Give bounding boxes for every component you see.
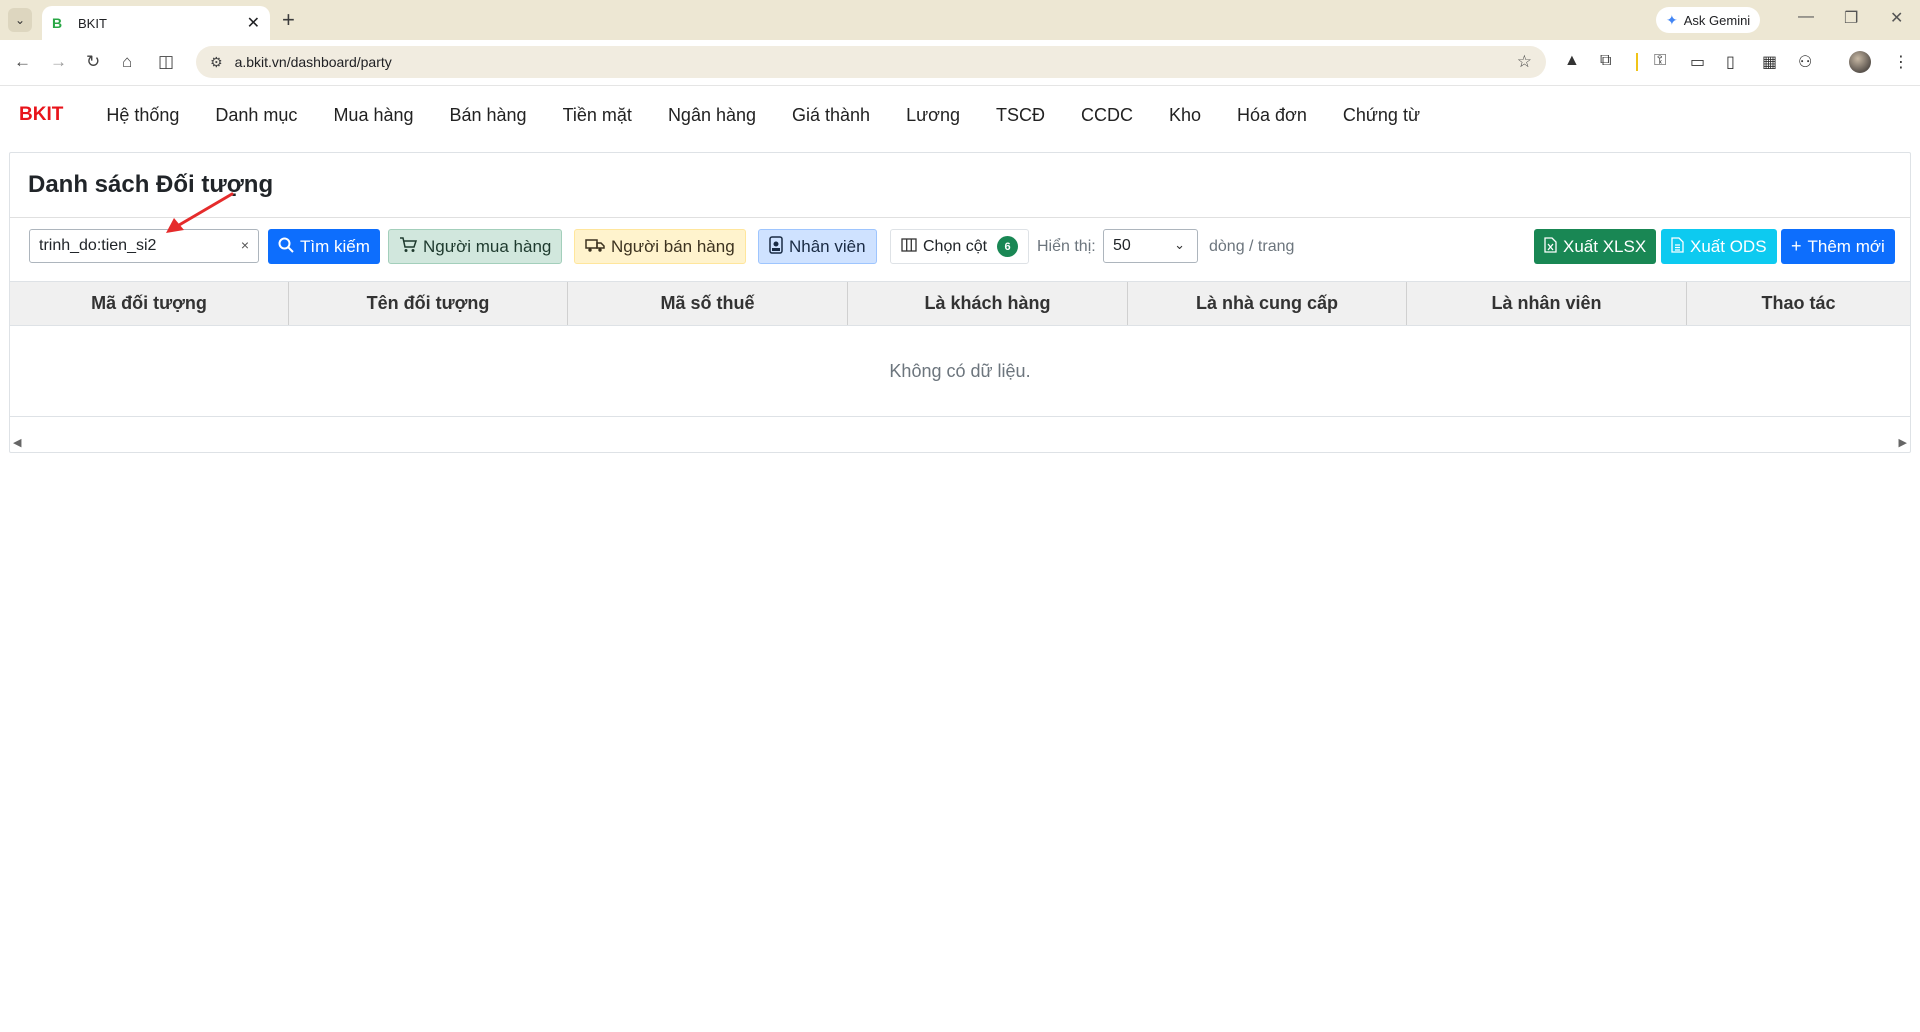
- horizontal-scrollbar[interactable]: ◀ ▶: [10, 435, 1910, 451]
- search-button[interactable]: Tìm kiếm: [268, 229, 380, 264]
- scroll-right-icon[interactable]: ▶: [1899, 436, 1907, 449]
- staff-filter-button[interactable]: Nhân viên: [758, 229, 877, 264]
- scroll-left-icon[interactable]: ◀: [13, 436, 21, 449]
- table-header: Mã đối tượng Tên đối tượng Mã số thuế Là…: [10, 281, 1910, 326]
- gemini-sparkle-icon: ✦: [1666, 11, 1678, 28]
- tab-title: BKIT: [78, 15, 107, 31]
- extension-mountain-icon[interactable]: ▲: [1564, 52, 1580, 70]
- url-text[interactable]: a.bkit.vn/dashboard/party: [235, 54, 392, 70]
- reload-icon[interactable]: ↻: [86, 52, 100, 72]
- badge-id-icon: [769, 235, 783, 258]
- party-list-card: Danh sách Đối tượng × Tìm kiếm Người mua…: [9, 152, 1911, 453]
- page-size-value: 50: [1113, 237, 1131, 254]
- columns-count-badge: 6: [997, 236, 1019, 257]
- column-header-name[interactable]: Tên đối tượng: [289, 282, 568, 325]
- export-xlsx-button[interactable]: Xuất XLSX: [1534, 229, 1657, 264]
- password-key-icon[interactable]: ⚿: [1654, 52, 1666, 70]
- search-button-label: Tìm kiếm: [300, 236, 370, 256]
- rows-per-page-label: dòng / trang: [1209, 238, 1295, 255]
- nav-item-tien-mat[interactable]: Tiền mặt: [563, 105, 632, 126]
- export-ods-button[interactable]: Xuất ODS: [1661, 229, 1777, 264]
- restore-icon[interactable]: ❐: [1844, 8, 1858, 28]
- card-divider: [10, 217, 1910, 218]
- clear-search-icon[interactable]: ×: [241, 237, 249, 253]
- column-header-is-employee[interactable]: Là nhân viên: [1407, 282, 1687, 325]
- payment-card-icon[interactable]: ▭: [1690, 52, 1705, 72]
- column-header-is-customer[interactable]: Là khách hàng: [848, 282, 1128, 325]
- plus-icon: +: [1791, 236, 1802, 256]
- party-table: Mã đối tượng Tên đối tượng Mã số thuế Là…: [10, 281, 1910, 417]
- site-info-icon[interactable]: ⚙: [210, 54, 223, 71]
- window-close-icon[interactable]: ✕: [1890, 8, 1903, 28]
- search-icon: [278, 237, 294, 257]
- nav-item-he-thong[interactable]: Hệ thống: [106, 105, 179, 126]
- favicon-icon: B: [52, 15, 63, 31]
- cart-icon: [399, 236, 418, 257]
- nav-item-luong[interactable]: Lương: [906, 105, 960, 126]
- nav-item-kho[interactable]: Kho: [1169, 105, 1201, 126]
- new-tab-button[interactable]: +: [282, 8, 295, 32]
- reading-list-icon[interactable]: ▯: [1726, 52, 1735, 72]
- nav-item-chung-tu[interactable]: Chứng từ: [1343, 105, 1420, 126]
- nav-item-tscd[interactable]: TSCĐ: [996, 105, 1045, 126]
- address-bar[interactable]: ⚙ a.bkit.vn/dashboard/party ☆: [196, 46, 1546, 78]
- ask-gemini-button[interactable]: ✦ Ask Gemini: [1656, 7, 1761, 33]
- column-header-tax-code[interactable]: Mã số thuế: [568, 282, 848, 325]
- app-navbar: BKIT Hệ thống Danh mục Mua hàng Bán hàng…: [0, 86, 1920, 144]
- reading-mode-icon[interactable]: ◫: [158, 52, 174, 72]
- brand-logo[interactable]: BKIT: [19, 104, 63, 126]
- minimize-icon[interactable]: —: [1798, 8, 1814, 26]
- page-size-select[interactable]: 50 ⌄: [1103, 229, 1198, 263]
- add-new-label: Thêm mới: [1807, 236, 1885, 256]
- choose-columns-button[interactable]: Chọn cột 6: [890, 229, 1030, 264]
- profile-avatar[interactable]: [1849, 51, 1871, 73]
- export-ods-label: Xuất ODS: [1690, 236, 1767, 256]
- browser-toolbar: ← → ↻ ⌂ ◫ ⚙ a.bkit.vn/dashboard/party ☆ …: [0, 40, 1920, 86]
- annotation-arrow-icon: [166, 192, 234, 233]
- nav-item-hoa-don[interactable]: Hóa đơn: [1237, 105, 1307, 126]
- back-arrow-icon[interactable]: ←: [14, 52, 31, 72]
- choose-columns-label: Chọn cột: [923, 237, 988, 255]
- extensions-puzzle-icon[interactable]: ⧉: [1600, 52, 1611, 70]
- nav-item-mua-hang[interactable]: Mua hàng: [333, 105, 413, 126]
- browser-tab-bar: ⌄ B BKIT ✕ + ✦ Ask Gemini — ❐ ✕: [0, 0, 1920, 40]
- tab-layout-icon[interactable]: ▦: [1762, 52, 1777, 72]
- column-header-is-supplier[interactable]: Là nhà cung cấp: [1128, 282, 1407, 325]
- close-icon[interactable]: ✕: [247, 13, 260, 33]
- column-header-actions: Thao tác: [1761, 293, 1836, 313]
- bookmark-star-icon[interactable]: ☆: [1517, 52, 1532, 72]
- nav-item-ccdc[interactable]: CCDC: [1081, 105, 1133, 126]
- truck-icon: [585, 237, 605, 257]
- export-xlsx-label: Xuất XLSX: [1563, 236, 1647, 256]
- home-icon[interactable]: ⌂: [122, 52, 132, 72]
- toolbar-divider: [1636, 53, 1638, 71]
- nav-item-danh-muc[interactable]: Danh mục: [215, 105, 297, 126]
- buyer-filter-label: Người mua hàng: [423, 236, 552, 256]
- chevron-down-icon: ⌄: [1174, 237, 1185, 252]
- filter-toolbar: × Tìm kiếm Người mua hàng Người bán hàng: [10, 227, 1910, 267]
- incognito-icon[interactable]: ⚇: [1798, 52, 1812, 72]
- buyer-filter-button[interactable]: Người mua hàng: [388, 229, 563, 264]
- more-menu-icon[interactable]: ⋮: [1893, 52, 1909, 72]
- forward-arrow-icon[interactable]: →: [50, 52, 67, 72]
- seller-filter-label: Người bán hàng: [611, 236, 735, 256]
- staff-filter-label: Nhân viên: [789, 236, 866, 256]
- excel-file-icon: [1544, 236, 1557, 257]
- add-new-button[interactable]: + Thêm mới: [1781, 229, 1895, 264]
- column-header-code[interactable]: Mã đối tượng: [10, 282, 289, 325]
- nav-item-ngan-hang[interactable]: Ngân hàng: [668, 105, 756, 126]
- ask-gemini-label: Ask Gemini: [1683, 12, 1751, 28]
- nav-item-ban-hang[interactable]: Bán hàng: [450, 105, 527, 126]
- browser-tab[interactable]: B BKIT ✕: [42, 6, 270, 40]
- seller-filter-button[interactable]: Người bán hàng: [574, 229, 746, 264]
- page-size-label: Hiển thị:: [1037, 238, 1096, 255]
- nav-item-gia-thanh[interactable]: Giá thành: [792, 105, 870, 126]
- document-file-icon: [1671, 236, 1684, 257]
- tab-search-button[interactable]: ⌄: [8, 8, 32, 32]
- empty-state-text: Không có dữ liệu.: [10, 326, 1910, 417]
- columns-icon: [901, 237, 917, 256]
